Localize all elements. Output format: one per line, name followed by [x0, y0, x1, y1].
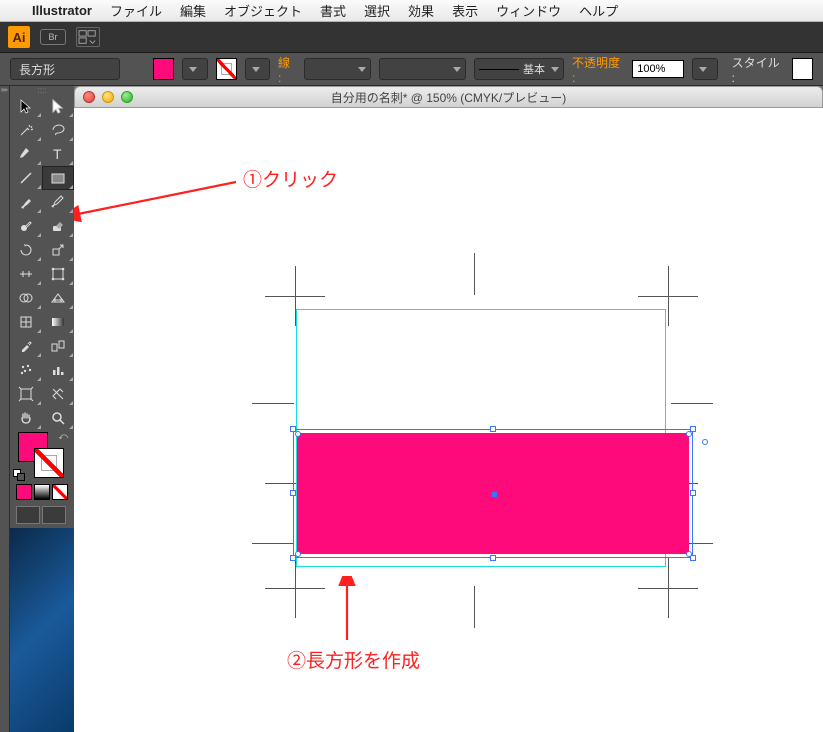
menu-app-name[interactable]: Illustrator — [32, 3, 92, 18]
opacity-label: 不透明度 : — [572, 54, 624, 85]
tool-mesh[interactable] — [10, 310, 42, 334]
anchor-point[interactable] — [295, 551, 301, 557]
stroke-swatch[interactable] — [216, 58, 237, 80]
menu-type[interactable]: 書式 — [320, 1, 346, 20]
arrange-documents-icon[interactable] — [76, 27, 100, 47]
brush-dropdown[interactable]: 基本 — [474, 58, 564, 80]
stroke-label: 線 : — [278, 54, 296, 85]
tool-type[interactable]: T — [42, 142, 74, 166]
tool-selection[interactable] — [10, 94, 42, 118]
menu-view[interactable]: 表示 — [452, 1, 478, 20]
tool-artboard[interactable] — [10, 382, 42, 406]
tool-eyedropper[interactable] — [10, 334, 42, 358]
svg-text:T: T — [53, 146, 62, 162]
tool-graph[interactable] — [42, 358, 74, 382]
fill-swatch[interactable] — [153, 58, 174, 80]
color-mode-row — [10, 482, 74, 502]
app-bar: Ai Br — [0, 22, 823, 53]
tool-width[interactable] — [10, 262, 42, 286]
opacity-dropdown[interactable] — [692, 58, 717, 80]
swap-fill-stroke-icon[interactable]: ⤺ — [58, 431, 68, 442]
control-bar: 長方形 線 : 基本 不透明度 : 100% スタイル : — [0, 53, 823, 86]
document-window: 自分用の名刺* @ 150% (CMYK/プレビュー) ①クリック — [74, 86, 823, 732]
desktop-background — [10, 528, 74, 732]
tool-blend[interactable] — [42, 334, 74, 358]
tool-scale[interactable] — [42, 238, 74, 262]
variable-width-dropdown[interactable] — [379, 58, 465, 80]
menu-file[interactable]: ファイル — [110, 1, 162, 20]
menu-select[interactable]: 選択 — [364, 1, 390, 20]
color-mode-solid[interactable] — [16, 484, 32, 500]
default-fill-stroke-icon[interactable] — [13, 469, 25, 481]
menu-object[interactable]: オブジェクト — [224, 1, 302, 20]
tool-pencil[interactable] — [42, 190, 74, 214]
annotation-2: ②長方形を作成 — [287, 646, 420, 673]
selection-handle[interactable] — [490, 426, 496, 432]
color-mode-none[interactable] — [52, 484, 68, 500]
tool-rectangle[interactable] — [42, 166, 74, 190]
panel-grip-icon[interactable]: :::: — [10, 86, 74, 94]
tool-pen[interactable] — [10, 142, 42, 166]
selection-center — [492, 492, 497, 497]
tool-blob[interactable] — [10, 214, 42, 238]
stroke-dropdown[interactable] — [245, 58, 270, 80]
minimize-icon[interactable] — [102, 91, 114, 103]
tool-symbol-spray[interactable] — [10, 358, 42, 382]
color-mode-gradient[interactable] — [34, 484, 50, 500]
annotation-arrow-2 — [332, 576, 362, 646]
tools-panel: :::: T ⤺ — [10, 86, 74, 732]
tool-eraser[interactable] — [42, 214, 74, 238]
menu-edit[interactable]: 編集 — [180, 1, 206, 20]
menu-help[interactable]: ヘルプ — [579, 1, 618, 20]
tool-gradient[interactable] — [42, 310, 74, 334]
anchor-point[interactable] — [686, 551, 692, 557]
menu-window[interactable]: ウィンドウ — [496, 1, 561, 20]
anchor-point[interactable] — [686, 431, 692, 437]
annotation-1: ①クリック — [243, 165, 338, 192]
screen-mode-toggle[interactable] — [42, 506, 66, 524]
screen-mode-normal[interactable] — [16, 506, 40, 524]
selected-tool-name: 長方形 — [10, 58, 120, 80]
brush-label: 基本 — [523, 61, 545, 77]
menu-effect[interactable]: 効果 — [408, 1, 434, 20]
selection-handle[interactable] — [690, 490, 696, 496]
style-label: スタイル : — [732, 54, 784, 85]
stroke-color-icon[interactable] — [34, 448, 64, 478]
tool-zoom[interactable] — [42, 406, 74, 430]
stroke-weight-dropdown[interactable] — [304, 58, 371, 80]
close-icon[interactable] — [83, 91, 95, 103]
illustrator-logo-icon: Ai — [8, 26, 30, 48]
anchor-point[interactable] — [702, 439, 708, 445]
selection-handle[interactable] — [490, 555, 496, 561]
tool-rotate[interactable] — [10, 238, 42, 262]
panel-dock-edge[interactable]: ▸▸ — [0, 86, 10, 732]
canvas[interactable]: ①クリック — [74, 108, 823, 732]
tool-line[interactable] — [10, 166, 42, 190]
selection-handle[interactable] — [290, 490, 296, 496]
zoom-icon[interactable] — [121, 91, 133, 103]
fill-dropdown[interactable] — [182, 58, 207, 80]
tool-magic-wand[interactable] — [10, 118, 42, 142]
tool-lasso[interactable] — [42, 118, 74, 142]
style-swatch[interactable] — [792, 58, 813, 80]
window-titlebar[interactable]: 自分用の名刺* @ 150% (CMYK/プレビュー) — [74, 86, 823, 108]
opacity-input[interactable]: 100% — [632, 60, 684, 78]
tool-brush[interactable] — [10, 190, 42, 214]
tool-perspective[interactable] — [42, 286, 74, 310]
annotation-arrow-1 — [74, 176, 248, 226]
tool-hand[interactable] — [10, 406, 42, 430]
tool-shape-builder[interactable] — [10, 286, 42, 310]
fill-stroke-block: ⤺ — [10, 430, 74, 482]
tool-slice[interactable] — [42, 382, 74, 406]
anchor-point[interactable] — [295, 431, 301, 437]
tool-direct-selection[interactable] — [42, 94, 74, 118]
document-title: 自分用の名刺* @ 150% (CMYK/プレビュー) — [75, 89, 822, 106]
bridge-badge-icon[interactable]: Br — [40, 29, 66, 45]
tool-free-transform[interactable] — [42, 262, 74, 286]
mac-menubar: Illustrator ファイル 編集 オブジェクト 書式 選択 効果 表示 ウ… — [0, 0, 823, 22]
